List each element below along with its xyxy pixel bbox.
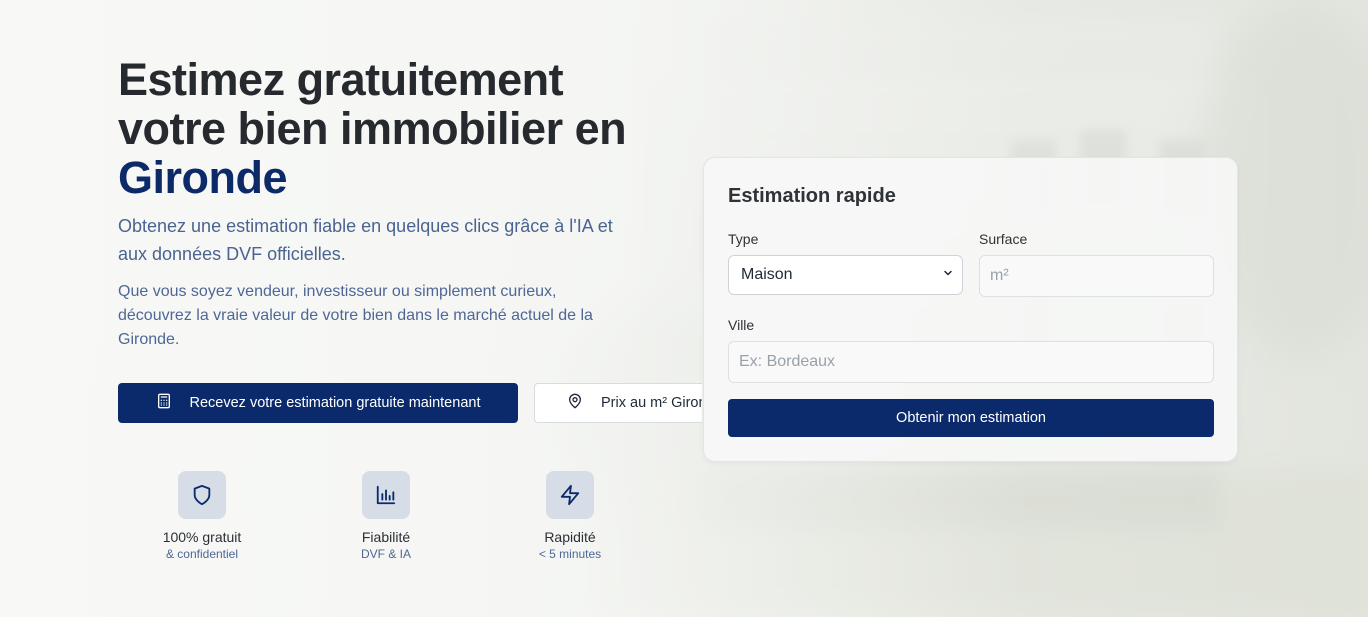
page-title: Estimez gratuitement votre bien immobili… (118, 55, 678, 202)
hero-actions: Recevez votre estimation gratuite mainte… (118, 383, 702, 423)
price-per-m2-label: Prix au m² Gironde (601, 395, 702, 411)
hero-subtext: Que vous soyez vendeur, investisseur ou … (118, 283, 593, 348)
card-title: Estimation rapide (728, 185, 896, 207)
feature-free: 100% gratuit & confidentiel (118, 471, 286, 561)
city-input[interactable] (728, 341, 1214, 383)
feature-subtitle: & confidentiel (165, 547, 239, 561)
submit-estimate-button[interactable]: Obtenir mon estimation (728, 399, 1214, 437)
feature-title: 100% gratuit (162, 529, 242, 545)
quick-estimate-card: Estimation rapide Type Maison Surface Vi… (703, 157, 1238, 462)
feature-subtitle: DVF & IA (360, 547, 411, 561)
feature-speed: Rapidité < 5 minutes (486, 471, 654, 561)
feature-reliability: Fiabilité DVF & IA (302, 471, 470, 561)
type-select-value: Maison (741, 266, 793, 283)
feature-title: Fiabilité (361, 529, 411, 545)
type-select[interactable]: Maison (728, 255, 963, 295)
title-accent: Gironde (118, 152, 288, 203)
type-label: Type (728, 231, 759, 247)
bar-chart-icon (362, 471, 410, 519)
city-label: Ville (728, 317, 755, 333)
shield-icon (178, 471, 226, 519)
feature-subtitle: < 5 minutes (538, 547, 602, 561)
map-pin-icon (567, 393, 583, 413)
feature-list: 100% gratuit & confidentiel Fiabilité DV… (118, 471, 638, 571)
hero-lead: Obtenez une estimation fiable en quelque… (118, 216, 613, 264)
calculator-icon (156, 393, 172, 413)
title-line-1: Estimez gratuitement (118, 54, 564, 105)
lightning-icon (546, 471, 594, 519)
hero-section: Estimez gratuitement votre bien immobili… (118, 55, 678, 352)
feature-title: Rapidité (544, 529, 596, 545)
get-estimate-label: Recevez votre estimation gratuite mainte… (189, 395, 481, 411)
surface-label: Surface (979, 231, 1028, 247)
title-line-2: votre bien immobilier en (118, 103, 627, 154)
get-estimate-button[interactable]: Recevez votre estimation gratuite mainte… (118, 383, 518, 423)
surface-input[interactable] (979, 255, 1214, 297)
chevron-down-icon (942, 266, 954, 284)
price-per-m2-button[interactable]: Prix au m² Gironde (534, 383, 702, 423)
